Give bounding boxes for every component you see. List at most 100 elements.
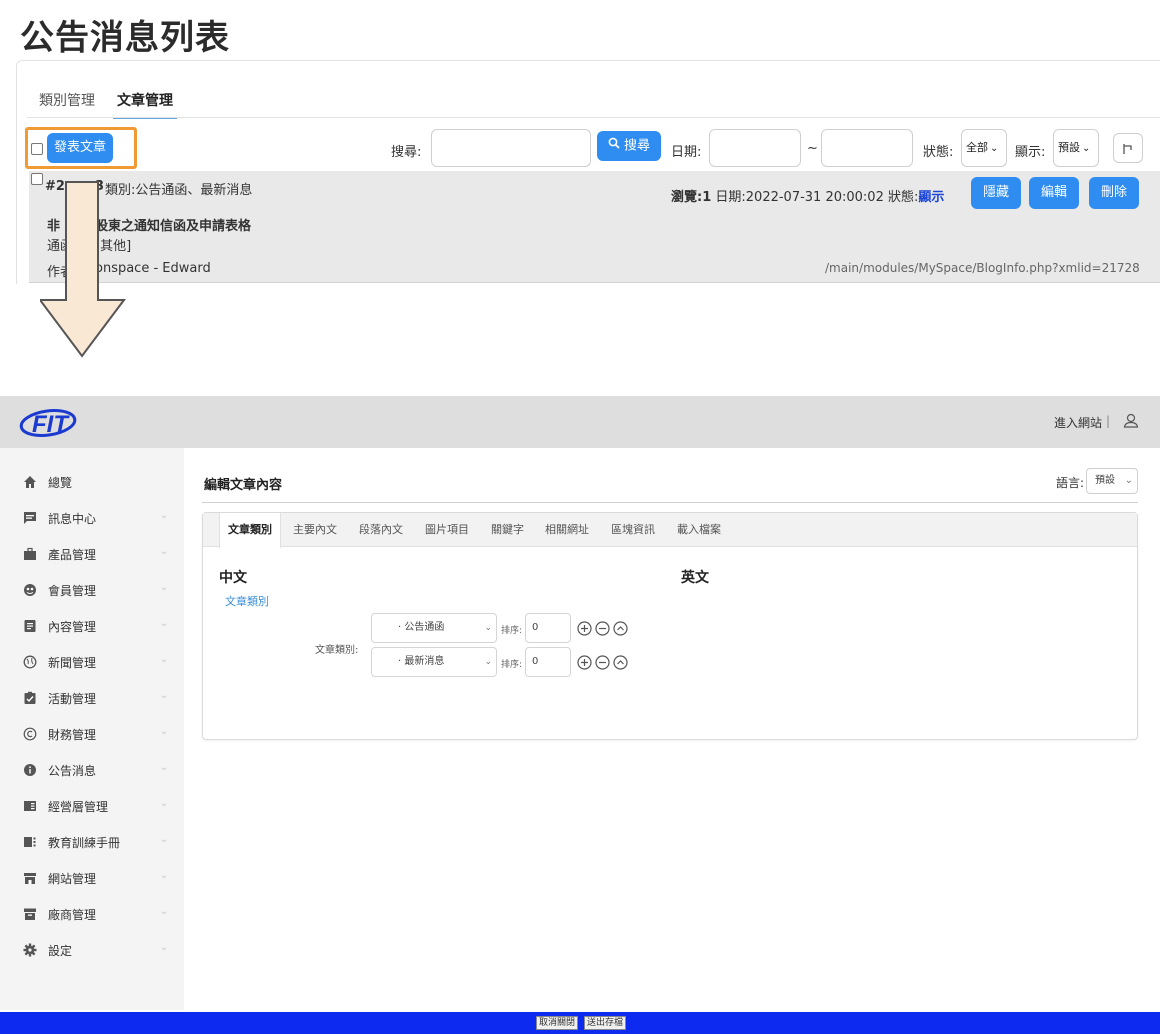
row-date: 日期:2022-07-31 20:00:02	[715, 190, 884, 205]
chevron-up-circle-icon[interactable]	[613, 621, 628, 636]
manual-icon	[22, 834, 38, 850]
tab-article-management[interactable]: 文章管理	[113, 91, 177, 119]
row-status-label: 狀態:	[887, 190, 919, 205]
language-select[interactable]: 預設 ⌄	[1086, 468, 1138, 494]
sidebar-item-label: 會員管理	[48, 583, 97, 598]
delete-button[interactable]: 刪除	[1089, 177, 1139, 209]
chevron-down-icon: ⌄	[159, 762, 168, 773]
tab-main-content[interactable]: 主要內文	[285, 513, 345, 547]
sidebar-item-label: 公告消息	[48, 763, 97, 778]
member-icon	[22, 582, 38, 598]
tab-image-items[interactable]: 圖片項目	[417, 513, 477, 547]
sidebar-item-events[interactable]: 活動管理 ⌄	[0, 684, 184, 712]
row-stats: 瀏覽:1 日期:2022-07-31 20:00:02 狀態:顯示	[671, 186, 944, 205]
sidebar-item-label: 設定	[48, 943, 73, 958]
sort-label: 排序:	[501, 626, 523, 636]
sidebar: 總覽 訊息中心 ⌄ 產品管理 ⌄ 會員管理 ⌄ 內容管理 ⌄ 新聞管理 ⌄ 活動…	[0, 448, 184, 1010]
date-end-input[interactable]	[821, 129, 913, 167]
search-icon	[608, 131, 620, 161]
status-select[interactable]: 全部 ⌄	[961, 129, 1007, 167]
tab-article-category[interactable]: 文章類別	[219, 513, 281, 548]
sidebar-item-news[interactable]: 新聞管理 ⌄	[0, 648, 184, 676]
minus-circle-icon[interactable]	[595, 655, 610, 670]
info-icon	[22, 762, 38, 778]
columns-icon	[1121, 141, 1135, 160]
chevron-down-icon: ⌄	[159, 942, 168, 953]
svg-text:FIT: FIT	[32, 411, 70, 438]
sort-input-1[interactable]: 0	[525, 613, 571, 643]
sidebar-item-label: 訊息中心	[48, 511, 97, 526]
date-start-input[interactable]	[709, 129, 801, 167]
columns-toggle-button[interactable]	[1113, 133, 1143, 163]
sidebar-item-label: 教育訓練手冊	[48, 835, 121, 850]
category-select-2[interactable]: · 最新消息 ⌄	[371, 647, 497, 677]
enter-site-link[interactable]: 進入網站	[1054, 414, 1102, 431]
cancel-close-button[interactable]: 取消關閉	[536, 1016, 579, 1030]
search-button-label: 搜尋	[623, 138, 650, 154]
display-label: 顯示:	[1015, 145, 1046, 160]
sidebar-item-announcements[interactable]: 公告消息 ⌄	[0, 756, 184, 784]
sidebar-item-label: 網站管理	[48, 871, 97, 886]
language-select-value: 預設	[1095, 475, 1115, 486]
sidebar-item-finance[interactable]: 財務管理 ⌄	[0, 720, 184, 748]
editor-card: 文章類別 主要內文 段落內文 圖片項目 關鍵字 相關網址 區塊資訊 載入檔案 中…	[202, 512, 1138, 740]
admin-header: FIT 進入網站 |	[0, 396, 1160, 448]
sidebar-item-message-center[interactable]: 訊息中心 ⌄	[0, 504, 184, 532]
chevron-down-icon: ⌄	[159, 546, 168, 557]
tab-category-management[interactable]: 類別管理	[37, 91, 97, 119]
save-submit-button[interactable]: 送出存檔	[584, 1016, 627, 1030]
table-row[interactable]: #2 3 類別:公告通函、最新消息 瀏覽:1 日期:2022-07-31 20:…	[29, 171, 1160, 283]
tab-load-files[interactable]: 載入檔案	[669, 513, 729, 547]
status-label: 狀態:	[923, 145, 954, 160]
chevron-up-circle-icon[interactable]	[613, 655, 628, 670]
fit-logo: FIT	[19, 409, 77, 438]
display-select[interactable]: 預設 ⌄	[1053, 129, 1099, 167]
hide-button[interactable]: 隱藏	[971, 177, 1021, 209]
chevron-down-icon: ⌄	[159, 690, 168, 701]
sort-label: 排序:	[501, 660, 523, 670]
sidebar-item-settings[interactable]: 設定 ⌄	[0, 936, 184, 964]
tab-paragraph-content[interactable]: 段落內文	[351, 513, 411, 547]
sidebar-item-members[interactable]: 會員管理 ⌄	[0, 576, 184, 604]
content-divider	[202, 502, 1138, 503]
sidebar-item-website[interactable]: 網站管理 ⌄	[0, 864, 184, 892]
sidebar-item-products[interactable]: 產品管理 ⌄	[0, 540, 184, 568]
sidebar-item-training-manual[interactable]: 教育訓練手冊 ⌄	[0, 828, 184, 856]
sidebar-item-label: 廠商管理	[48, 907, 97, 922]
search-label: 搜尋:	[391, 145, 422, 160]
chevron-down-icon: ⌄	[159, 798, 168, 809]
chevron-down-icon: ⌄	[159, 618, 168, 629]
tab-keywords[interactable]: 關鍵字	[483, 513, 532, 547]
plus-circle-icon[interactable]	[577, 655, 592, 670]
edit-button[interactable]: 編輯	[1029, 177, 1079, 209]
message-icon	[22, 510, 38, 526]
category-select-1[interactable]: · 公告通函 ⌄	[371, 613, 497, 643]
tab-block-info[interactable]: 區塊資訊	[603, 513, 663, 547]
search-input[interactable]	[431, 129, 591, 167]
clipboard-icon	[22, 690, 38, 706]
chevron-down-icon: ⌄	[159, 510, 168, 521]
tab-related-urls[interactable]: 相關網址	[537, 513, 597, 547]
category-select-value: · 公告通函	[398, 622, 445, 633]
row-status-link[interactable]: 顯示	[918, 190, 944, 205]
sidebar-item-label: 活動管理	[48, 691, 97, 706]
sort-input-2[interactable]: 0	[525, 647, 571, 677]
date-separator: ~	[807, 141, 818, 156]
user-icon[interactable]	[1122, 412, 1140, 430]
chevron-down-icon: ⌄	[159, 726, 168, 737]
list-toolbar: 發表文章 搜尋: 搜尋 日期: ~ 狀態: 全部 ⌄ 顯示: 預設 ⌄	[17, 127, 1160, 171]
publish-article-button[interactable]: 發表文章	[47, 133, 113, 163]
article-category-link[interactable]: 文章類別	[225, 593, 269, 609]
sidebar-item-content[interactable]: 內容管理 ⌄	[0, 612, 184, 640]
select-all-checkbox[interactable]	[31, 143, 43, 155]
sidebar-item-overview[interactable]: 總覽	[0, 468, 184, 496]
date-label: 日期:	[671, 145, 702, 160]
sidebar-item-management[interactable]: 經營層管理 ⌄	[0, 792, 184, 820]
chevron-down-icon: ⌄	[159, 654, 168, 665]
sidebar-item-vendors[interactable]: 廠商管理 ⌄	[0, 900, 184, 928]
row-path: /main/modules/MySpace/BlogInfo.php?xmlid…	[825, 261, 1140, 275]
page-title: 公告消息列表	[20, 18, 230, 58]
plus-circle-icon[interactable]	[577, 621, 592, 636]
search-button[interactable]: 搜尋	[597, 131, 661, 161]
minus-circle-icon[interactable]	[595, 621, 610, 636]
